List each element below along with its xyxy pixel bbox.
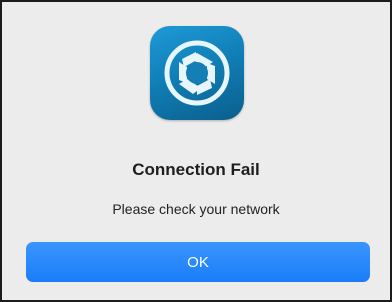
dialog-message: Please check your network [112,201,280,217]
dialog-title: Connection Fail [132,160,260,179]
ok-button[interactable]: OK [26,242,370,282]
alert-dialog: Connection Fail Please check your networ… [0,0,392,302]
camera-aperture-icon [150,26,244,120]
